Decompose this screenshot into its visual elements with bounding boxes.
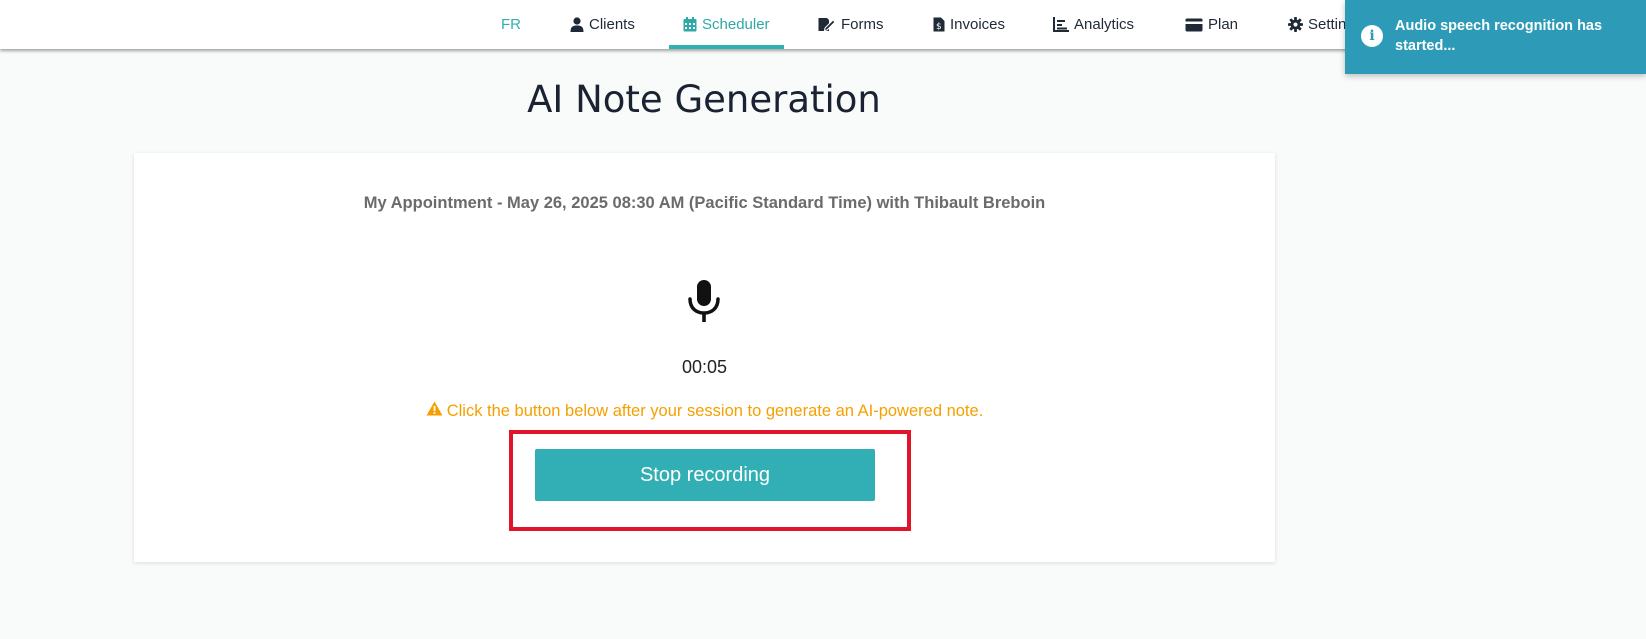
form-edit-icon xyxy=(818,17,836,32)
nav-label-analytics: Analytics xyxy=(1074,16,1135,33)
language-switch[interactable]: FR xyxy=(501,0,521,49)
warning-text: Click the button below after your sessio… xyxy=(446,401,984,420)
toast-message: Audio speech recognition has started... xyxy=(1395,18,1603,54)
credit-card-icon xyxy=(1185,18,1203,32)
recording-card: My Appointment - May 26, 2025 08:30 AM (… xyxy=(134,153,1275,562)
toast-notification[interactable]: i Audio speech recognition has started..… xyxy=(1345,0,1646,74)
nav-label-forms: Forms xyxy=(841,16,884,33)
nav-label-settings: Settin xyxy=(1308,16,1347,33)
nav-item-forms[interactable]: Forms xyxy=(818,0,884,49)
gear-icon xyxy=(1288,17,1303,32)
language-label: FR xyxy=(501,16,521,33)
nav-item-clients[interactable]: Clients xyxy=(570,0,635,49)
nav-label-scheduler: Scheduler xyxy=(702,16,770,33)
nav-label-invoices: Invoices xyxy=(950,16,1006,33)
nav-label-plan: Plan xyxy=(1208,16,1239,33)
microphone-icon xyxy=(687,280,721,322)
invoice-icon: $ xyxy=(933,17,945,32)
nav-item-analytics[interactable]: Analytics xyxy=(1053,0,1134,49)
nav-item-invoices[interactable]: $ Invoices xyxy=(933,0,1005,49)
recording-timer: 00:05 xyxy=(681,357,728,377)
nav-label-clients: Clients xyxy=(589,16,635,33)
warning-icon xyxy=(426,401,443,421)
calendar-icon xyxy=(683,17,697,32)
appointment-info: My Appointment - May 26, 2025 08:30 AM (… xyxy=(363,194,1046,212)
page-title: AI Note Generation xyxy=(527,78,881,121)
nav-item-plan[interactable]: Plan xyxy=(1185,0,1238,49)
nav-item-scheduler[interactable]: Scheduler xyxy=(669,0,784,49)
chart-icon xyxy=(1053,17,1069,32)
stop-recording-button[interactable]: Stop recording xyxy=(535,449,875,501)
svg-text:$: $ xyxy=(936,22,942,32)
info-icon: i xyxy=(1361,25,1383,47)
warning-message: Click the button below after your sessio… xyxy=(134,401,1275,421)
user-icon xyxy=(570,17,584,32)
nav-item-settings[interactable]: Settin xyxy=(1288,0,1346,49)
